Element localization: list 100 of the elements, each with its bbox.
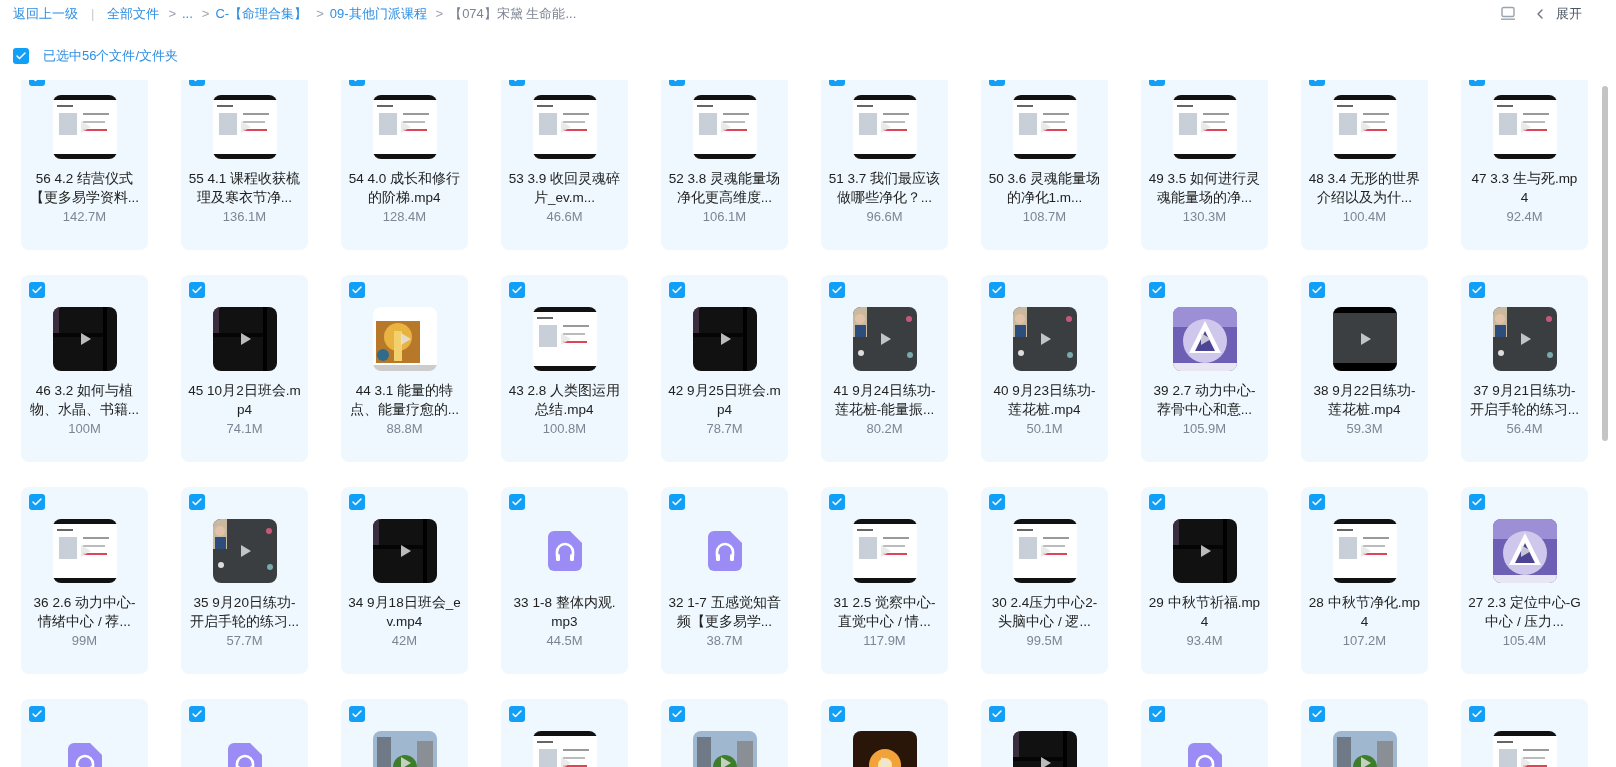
file-name: 43 2.8 人类图运用总结.mp4 — [507, 382, 622, 419]
file-size: 96.6M — [866, 208, 903, 226]
breadcrumb-link[interactable]: 全部文件 — [107, 4, 160, 24]
play-icon — [1519, 544, 1532, 558]
file-card[interactable]: 54 4.0 成长和修行的阶梯.mp4 128.4M — [341, 80, 468, 250]
play-icon — [879, 120, 892, 134]
breadcrumb-separator: > — [316, 5, 324, 24]
file-card[interactable]: 48 3.4 无形的世界介绍以及为什... 100.4M — [1301, 80, 1428, 250]
file-card[interactable]: 38 9月22日练功-莲花桩.mp4 59.3M — [1301, 275, 1428, 462]
file-card[interactable]: 42 9月25日班会.mp4 78.7M — [661, 275, 788, 462]
play-icon — [1519, 756, 1532, 767]
play-icon — [399, 332, 412, 346]
file-name: 52 3.8 灵魂能量场净化更高维度... — [667, 170, 782, 207]
expand-button[interactable]: 展开 — [1532, 4, 1582, 24]
file-size: 105.9M — [1182, 420, 1227, 438]
play-icon — [1199, 544, 1212, 558]
file-card[interactable]: 44 3.1 能量的特点、能量疗愈的... 88.8M — [341, 275, 468, 462]
file-name: 38 9月22日练功-莲花桩.mp4 — [1312, 382, 1417, 419]
file-card[interactable]: 53 3.9 收回灵魂碎片_ev.m... 46.6M — [501, 80, 628, 250]
file-size: 100.8M — [542, 420, 587, 438]
breadcrumb-divider: | — [90, 5, 96, 24]
file-size: 136.1M — [222, 208, 267, 226]
play-icon — [239, 332, 252, 346]
file-name: 48 3.4 无形的世界介绍以及为什... — [1307, 170, 1422, 207]
file-card[interactable]: 29 中秋节祈福.mp4 93.4M — [1141, 487, 1268, 674]
file-card[interactable]: 46 3.2 如何与植物、水晶、书籍... 100M — [21, 275, 148, 462]
file-name: 49 3.5 如何进行灵魂能量场的净... — [1147, 170, 1262, 207]
breadcrumb-separator: > — [201, 5, 210, 24]
play-icon — [1359, 544, 1372, 558]
play-icon — [1039, 756, 1052, 767]
file-card[interactable]: 28 中秋节净化.mp4 107.2M — [1301, 487, 1428, 674]
play-icon — [399, 756, 412, 767]
file-name: 27 2.3 定位中心-G中心 / 压力... — [1467, 594, 1582, 631]
file-size: 105.4M — [1502, 632, 1547, 650]
breadcrumb-link[interactable]: C-【命理合集】 — [215, 4, 308, 24]
file-card[interactable]: 33 1-8 整体内观.mp3 44.5M — [501, 487, 628, 674]
file-name: 50 3.6 灵魂能量场的净化1.m... — [987, 170, 1102, 207]
file-name: 44 3.1 能量的特点、能量疗愈的... — [348, 382, 461, 419]
play-icon — [879, 544, 892, 558]
file-name: 51 3.7 我们最应该做哪些净化？... — [827, 170, 942, 207]
file-card[interactable]: 43 2.8 人类图运用总结.mp4 100.8M — [501, 275, 628, 462]
file-size: 142.7M — [62, 208, 107, 226]
scrollbar[interactable] — [1602, 86, 1608, 441]
play-icon — [1519, 120, 1532, 134]
file-card[interactable]: 49 3.5 如何进行灵魂能量场的净... 130.3M — [1141, 80, 1268, 250]
play-icon — [1359, 332, 1372, 346]
play-icon — [719, 756, 732, 767]
file-card[interactable]: 47 3.3 生与死.mp4 92.4M — [1461, 80, 1588, 250]
file-card[interactable]: 30 2.4压力中心2-头脑中心 / 逻... 99.5M — [981, 487, 1108, 674]
file-size: 88.8M — [386, 420, 423, 438]
file-card[interactable]: 32 1-7 五感觉知音频【更多易学... 38.7M — [661, 487, 788, 674]
file-size: 44.5M — [546, 632, 583, 650]
play-icon — [1359, 120, 1372, 134]
file-name: 35 9月20日练功-开启手轮的练习... — [188, 594, 301, 631]
play-icon — [719, 120, 732, 134]
file-card[interactable]: 39 2.7 动力中心-荐骨中心和意... 105.9M — [1141, 275, 1268, 462]
play-icon — [1039, 120, 1052, 134]
breadcrumb-link[interactable]: ... — [182, 4, 193, 24]
play-icon — [719, 332, 732, 346]
file-size: 128.4M — [382, 208, 427, 226]
file-card[interactable]: 50 3.6 灵魂能量场的净化1.m... 108.7M — [981, 80, 1108, 250]
file-size: 46.6M — [546, 208, 583, 226]
file-card[interactable]: 37 9月21日练功-开启手轮的练习... 56.4M — [1461, 275, 1588, 462]
file-size: 59.3M — [1346, 420, 1383, 438]
file-card[interactable]: 56 4.2 结营仪式【更多易学资料... 142.7M — [21, 80, 148, 250]
file-name: 28 中秋节净化.mp4 — [1307, 594, 1422, 631]
selection-label: 已选中56个文件/文件夹 — [43, 47, 179, 66]
play-icon — [1519, 332, 1532, 346]
play-icon — [399, 120, 412, 134]
file-size: 117.9M — [863, 632, 906, 650]
file-name: 29 中秋节祈福.mp4 — [1147, 594, 1262, 631]
file-card[interactable]: 52 3.8 灵魂能量场净化更高维度... 106.1M — [661, 80, 788, 250]
file-name: 53 3.9 收回灵魂碎片_ev.m... — [507, 170, 622, 207]
file-card[interactable]: 31 2.5 觉察中心-直觉中心 / 情... 117.9M — [821, 487, 948, 674]
file-card[interactable]: 41 9月24日练功-莲花桩-能量振... 80.2M — [821, 275, 948, 462]
breadcrumb-link[interactable]: 09-其他门派课程 — [329, 4, 427, 24]
file-card[interactable]: 40 9月23日练功-莲花桩.mp4 50.1M — [981, 275, 1108, 462]
layout-icon[interactable] — [1500, 6, 1516, 22]
file-card[interactable]: 27 2.3 定位中心-G中心 / 压力... 105.4M — [1461, 487, 1588, 674]
file-size: 50.1M — [1026, 420, 1063, 438]
file-card[interactable]: 51 3.7 我们最应该做哪些净化？... 96.6M — [821, 80, 948, 250]
file-size: 93.4M — [1186, 632, 1223, 650]
breadcrumb-link[interactable]: 返回上一级 — [13, 4, 78, 24]
file-card[interactable]: 55 4.1 课程收获梳理及寒衣节净... 136.1M — [181, 80, 308, 250]
file-name: 45 10月2日班会.mp4 — [187, 382, 302, 419]
file-card[interactable]: 45 10月2日班会.mp4 74.1M — [181, 275, 308, 462]
play-icon — [1359, 756, 1372, 767]
file-card[interactable]: 35 9月20日练功-开启手轮的练习... 57.7M — [181, 487, 308, 674]
play-icon — [79, 544, 92, 558]
file-size: 99M — [71, 632, 98, 650]
file-card[interactable]: 36 2.6 动力中心-情绪中心 / 荐... 99M — [21, 487, 148, 674]
play-icon — [79, 332, 92, 346]
file-size: 100.4M — [1342, 208, 1387, 226]
file-name: 37 9月21日练功-开启手轮的练习... — [1468, 382, 1581, 419]
file-size: 107.2M — [1342, 632, 1387, 650]
play-icon — [1199, 120, 1212, 134]
file-name: 36 2.6 动力中心-情绪中心 / 荐... — [32, 594, 137, 631]
file-card[interactable]: 34 9月18日班会_ev.mp4 42M — [341, 487, 468, 674]
file-name: 33 1-8 整体内观.mp3 — [512, 594, 617, 631]
play-icon — [239, 120, 252, 134]
